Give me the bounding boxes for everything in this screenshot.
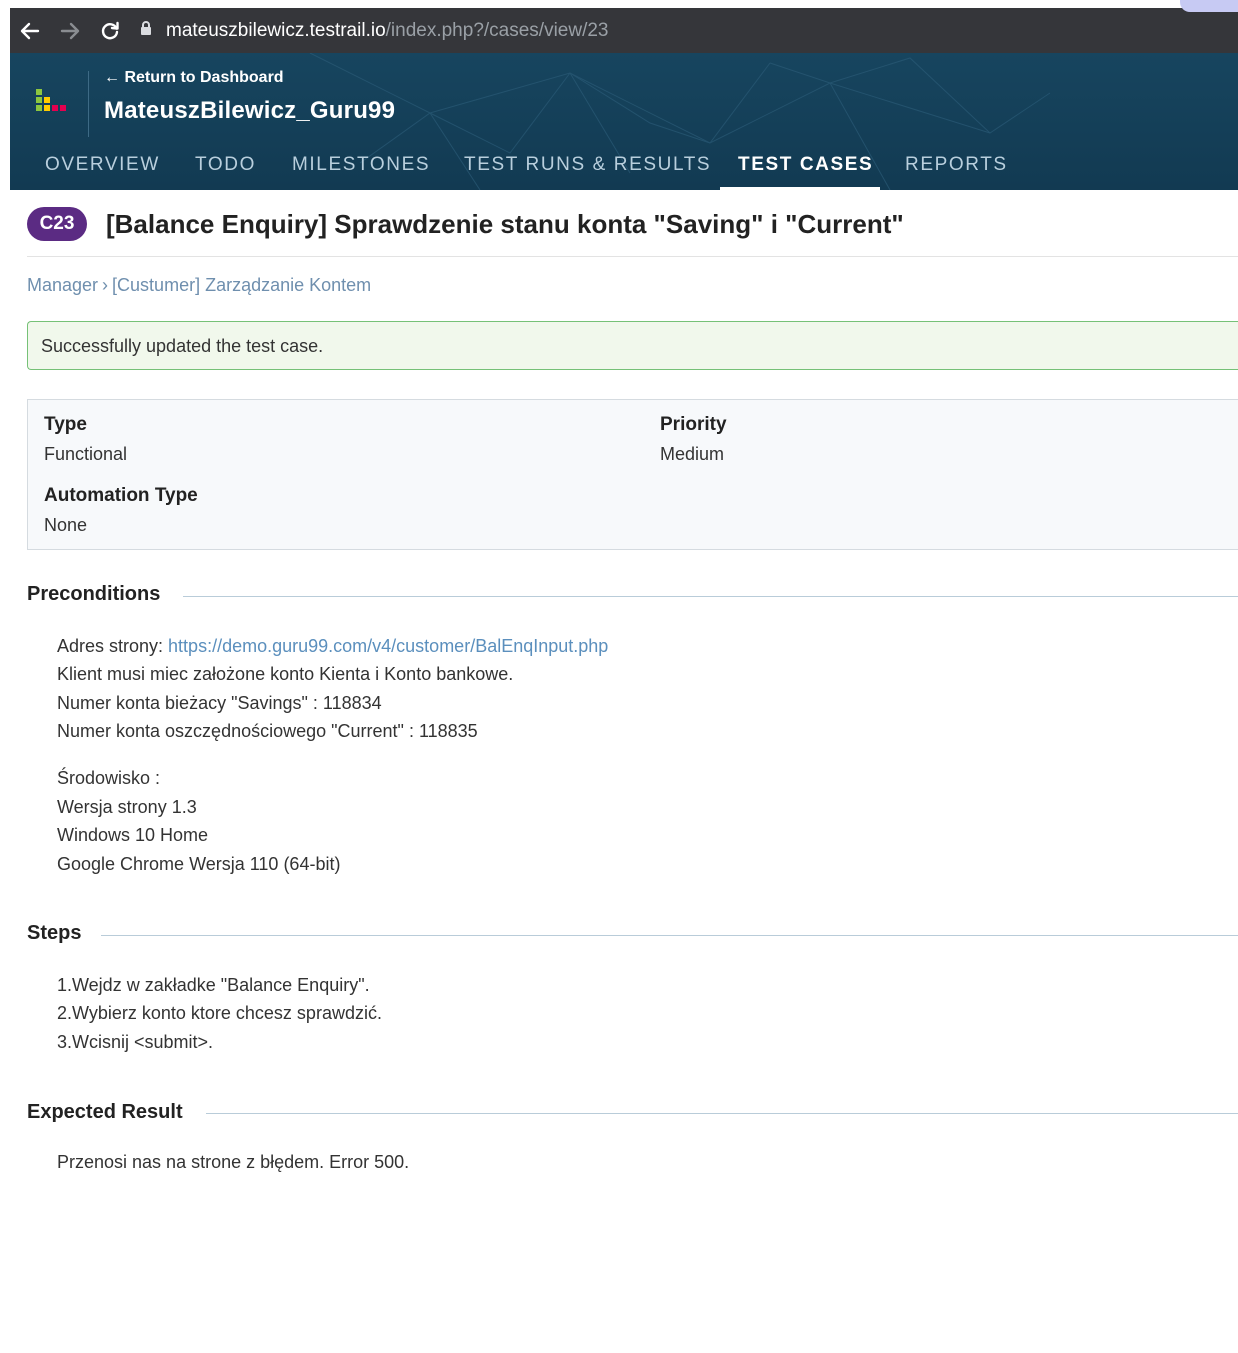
step-line: 1.Wejdz w zakładke "Balance Enquiry".: [57, 975, 370, 995]
tab-milestones[interactable]: MILESTONES: [292, 149, 430, 190]
active-tab-indicator: [720, 187, 880, 190]
environment-line: Środowisko :: [57, 768, 161, 788]
expected-result-heading: Expected Result: [27, 1101, 183, 1123]
return-to-dashboard-link[interactable]: ← Return to Dashboard: [104, 69, 284, 87]
title-divider: [27, 256, 1238, 257]
browser-toolbar: mateuszbilewicz.testrail.io/index.php?/c…: [10, 8, 1238, 53]
precondition-address: Adres strony: https://demo.guru99.com/v4…: [57, 636, 608, 657]
expected-result-divider: [206, 1113, 1238, 1114]
window-corner-decoration: [1180, 0, 1238, 12]
environment-line: Google Chrome Wersja 110 (64-bit): [57, 854, 341, 874]
steps-divider: [101, 935, 1238, 936]
tab-test-runs-results[interactable]: TEST RUNS & RESULTS: [464, 149, 711, 190]
automation-type-value: None: [44, 515, 88, 535]
app-header: ← Return to Dashboard MateuszBilewicz_Gu…: [10, 53, 1238, 190]
tab-reports[interactable]: REPORTS: [905, 149, 1008, 190]
precondition-line: Numer konta bieżacy "Savings" : 118834: [57, 693, 382, 713]
lock-icon: [140, 20, 152, 41]
case-id-badge: C23: [27, 207, 87, 241]
success-message: Successfully updated the test case.: [27, 321, 1238, 370]
automation-type-label: Automation Type: [44, 485, 198, 506]
page-title: [Balance Enquiry] Sprawdzenie stanu kont…: [106, 209, 904, 239]
breadcrumb-item-section[interactable]: [Custumer] Zarządzanie Kontem: [112, 275, 371, 295]
case-fields-panel: Type Functional Priority Medium Automati…: [27, 399, 1238, 550]
preconditions-heading: Preconditions: [27, 583, 161, 605]
breadcrumb: Manager › [Custumer] Zarządzanie Kontem: [27, 275, 371, 296]
preconditions-divider: [183, 596, 1238, 597]
tab-test-cases[interactable]: TEST CASES: [738, 149, 873, 190]
precondition-line: Numer konta oszczędnościowego "Current" …: [57, 721, 478, 741]
address-bar[interactable]: mateuszbilewicz.testrail.io/index.php?/c…: [140, 14, 609, 48]
step-line: 2.Wybierz konto ktore chcesz sprawdzić.: [57, 1003, 382, 1023]
url-host: mateuszbilewicz.testrail.io: [166, 19, 386, 41]
tab-overview[interactable]: OVERVIEW: [45, 149, 160, 190]
type-label: Type: [44, 414, 87, 435]
priority-value: Medium: [660, 444, 725, 464]
environment-line: Windows 10 Home: [57, 825, 209, 845]
address-prefix: Adres strony:: [57, 636, 169, 656]
breadcrumb-item-manager[interactable]: Manager: [27, 275, 98, 295]
breadcrumb-separator: ›: [102, 275, 109, 295]
reload-icon[interactable]: [90, 8, 130, 53]
project-name: MateuszBilewicz_Guru99: [104, 97, 396, 124]
priority-label: Priority: [660, 414, 727, 435]
expected-result-text: Przenosi nas na strone z błędem. Error 5…: [57, 1152, 410, 1172]
tab-todo[interactable]: TODO: [195, 149, 256, 190]
step-line: 3.Wcisnij <submit>.: [57, 1032, 214, 1052]
back-arrow-icon[interactable]: [10, 8, 50, 53]
type-value: Functional: [44, 444, 128, 464]
environment-line: Wersja strony 1.3: [57, 797, 197, 817]
header-divider: [88, 71, 89, 137]
forward-arrow-icon[interactable]: [50, 8, 90, 53]
success-message-text: Successfully updated the test case.: [41, 336, 324, 356]
precondition-line: Klient musi miec założone konto Kienta i…: [57, 664, 514, 684]
url-path: /index.php?/cases/view/23: [385, 19, 609, 41]
steps-heading: Steps: [27, 922, 82, 944]
testrail-logo-icon: [36, 89, 66, 111]
demo-url-link[interactable]: https://demo.guru99.com/v4/customer/BalE…: [168, 636, 608, 656]
